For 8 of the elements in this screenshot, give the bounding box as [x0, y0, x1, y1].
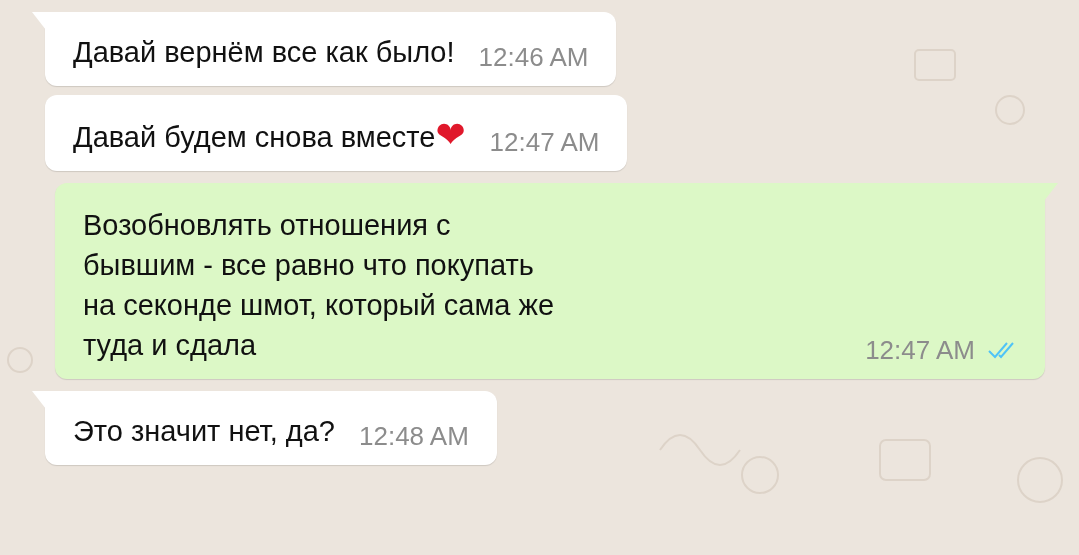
message-time: 12:48 AM	[359, 421, 469, 451]
message-text: Давай вернём все как было!	[73, 35, 455, 70]
message-text: Давай будем снова вместе❤	[73, 115, 466, 157]
message-text: Это значит нет, да?	[73, 414, 335, 449]
message-time: 12:47 AM	[489, 127, 600, 157]
message-text: Возобновлять отношения с бывшим - все равно что покупать на секонде шмот, который сама же туда и сдала	[83, 208, 555, 363]
message-time: 12:47 AM	[865, 335, 975, 365]
message-time: 12:46 AM	[478, 42, 589, 72]
